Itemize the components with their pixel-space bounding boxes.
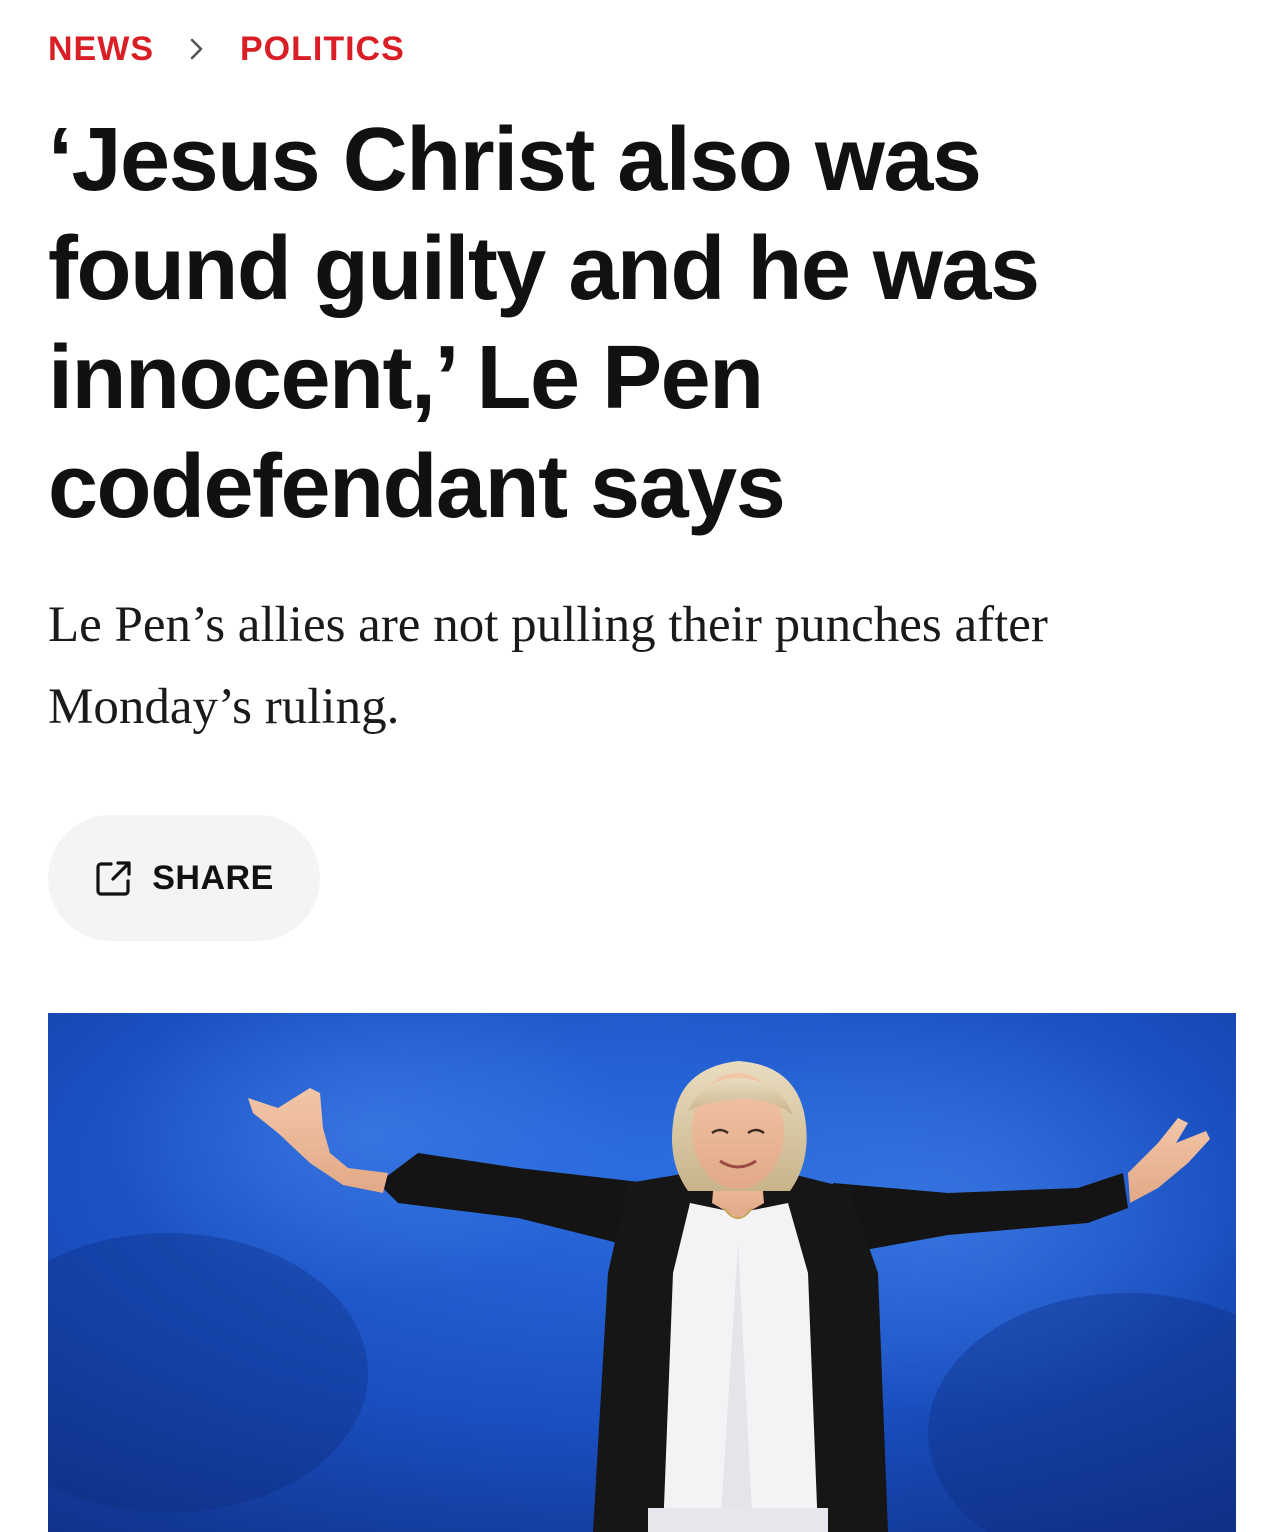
- article-headline: ‘Jesus Christ also was found guilty and …: [48, 110, 1040, 537]
- breadcrumb-news-link[interactable]: NEWS: [48, 30, 154, 69]
- breadcrumb: NEWS POLITICS: [48, 26, 405, 72]
- share-label: SHARE: [152, 858, 274, 897]
- breadcrumb-politics-link[interactable]: POLITICS: [240, 30, 405, 69]
- chevron-right-icon: [154, 26, 240, 72]
- share-button[interactable]: SHARE: [48, 815, 320, 941]
- article-dek: Le Pen’s allies are not pulling their pu…: [48, 597, 1048, 735]
- hero-image: [48, 1013, 1236, 1532]
- share-external-icon: [94, 858, 134, 898]
